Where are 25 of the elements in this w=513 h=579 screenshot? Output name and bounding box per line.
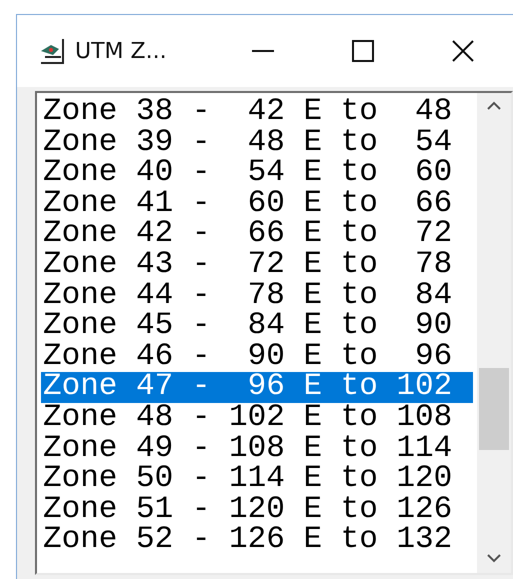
list-item[interactable]: Zone 46 - 90 E to 96 (41, 342, 473, 372)
list-item[interactable]: Zone 41 - 60 E to 66 (41, 188, 473, 220)
list-item[interactable]: Zone 51 - 120 E to 126 (41, 494, 473, 526)
app-icon (39, 37, 67, 65)
scrollbar[interactable] (477, 93, 511, 573)
list-item[interactable]: Zone 52 - 126 E to 132 (41, 525, 473, 556)
close-icon (452, 40, 474, 62)
list-item[interactable]: Zone 38 - 42 E to 48 (41, 97, 473, 128)
list-item[interactable]: Zone 42 - 66 E to 72 (41, 219, 473, 250)
list-item[interactable]: Zone 49 - 108 E to 114 (41, 434, 473, 464)
list-item[interactable]: Zone 40 - 54 E to 60 (41, 158, 473, 189)
list-item[interactable]: Zone 47 - 96 E to 102 (41, 372, 473, 403)
maximize-icon (352, 40, 374, 62)
window-title: UTM Z... (75, 38, 168, 64)
list-item[interactable]: Zone 43 - 72 E to 78 (41, 250, 473, 281)
list-item[interactable]: Zone 45 - 84 E to 90 (41, 311, 473, 342)
list-item[interactable]: Zone 44 - 78 E to 84 (41, 280, 473, 312)
zone-list[interactable] (35, 91, 513, 575)
list-item[interactable]: Zone 50 - 114 E to 120 (41, 464, 473, 495)
scroll-down-icon[interactable] (487, 554, 501, 563)
scroll-up-icon[interactable] (487, 101, 501, 110)
list-item[interactable]: Zone 39 - 48 E to 54 (41, 128, 473, 158)
minimize-icon (252, 50, 274, 52)
scroll-thumb[interactable] (479, 368, 509, 450)
list-item[interactable]: Zone 48 - 102 E to 108 (41, 402, 473, 434)
